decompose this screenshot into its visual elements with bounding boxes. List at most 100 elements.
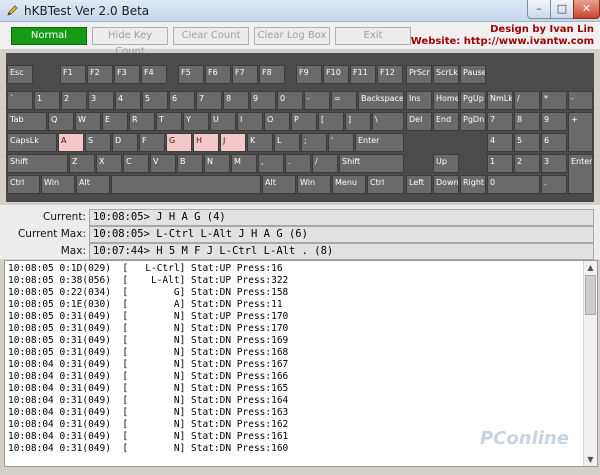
scroll-thumb[interactable] [585,275,596,315]
key-5: 5 [142,91,168,110]
log-scrollbar[interactable]: ▲ ▼ [583,261,597,466]
app-pencil-icon [7,5,18,16]
key-left: Left [406,175,432,194]
key-enter: Enter [355,133,404,152]
key-slash: / [312,154,338,173]
current-label: Current: [43,211,86,223]
key-o: O [264,112,290,131]
key-u: U [210,112,236,131]
key-right: Right [460,175,486,194]
scroll-up-icon[interactable]: ▲ [584,261,597,274]
key-9: 9 [250,91,276,110]
key-plus: + [568,112,593,152]
log-line: 10:08:05 0:38(056) [ L-Alt] Stat:UP Pres… [8,275,289,286]
key-m: M [231,154,257,173]
key-b: B [177,154,203,173]
key-ins-nav: Ins [406,91,432,110]
key-quote: ' [328,133,354,152]
watermark: PConline [480,428,569,449]
key-pause: Pause [460,65,486,84]
log-line: 10:08:04 0:31(049) [ N] Stat:DN Press:16… [8,371,289,382]
key-f5: F5 [178,65,204,84]
key-equals: = [331,91,357,110]
key-down: Down [433,175,459,194]
current-max-value: 10:08:05> L-Ctrl L-Alt J H A G (6) [89,226,594,243]
clear-count-button[interactable]: Clear Count [173,27,249,45]
key-alt: Alt [76,175,110,194]
key-capslk: CapsLk [7,133,57,152]
key-c: C [123,154,149,173]
key-rbracket: ] [345,112,371,131]
key-win-right: Win [297,175,331,194]
key-tab: Tab [7,112,47,131]
credit-author: Design by Ivan Lin [490,24,594,35]
key-0: 0 [277,91,303,110]
key-t: T [156,112,182,131]
key-5-num: 5 [514,133,540,152]
key-pgup: PgUp [460,91,486,110]
key-r: R [129,112,155,131]
close-button[interactable]: ✕ [573,0,600,19]
key-period-num: . [541,175,567,194]
key-2-num: 2 [514,154,540,173]
key-asterisk: * [541,91,567,110]
key-k: K [247,133,273,152]
key-7: 7 [196,91,222,110]
key-i: I [237,112,263,131]
key-home: Home [433,91,459,110]
log-line: 10:08:04 0:31(049) [ N] Stat:DN Press:16… [8,431,289,442]
key-q: Q [48,112,74,131]
key-slash-num: / [514,91,540,110]
log-line: 10:08:05 0:31(049) [ N] Stat:DN Press:16… [8,347,289,358]
key-n: N [204,154,230,173]
keyboard-panel: Esc F1 F2 F3 F4 F5 F6 F7 F8 F9 F10 F11 F12 PrScr ScrLk… [6,53,594,202]
key-g: G [166,133,192,152]
log-line: 10:08:05 0:31(049) [ N] Stat:UP Press:17… [8,311,289,322]
key-scrlk: ScrLk [433,65,459,84]
log-line: 10:08:05 0:31(049) [ N] Stat:DN Press:17… [8,323,289,334]
max-value: 10:07:44> H 5 M F J L-Ctrl L-Alt . (8) [89,243,594,260]
log-line: 10:08:04 0:31(049) [ N] Stat:DN Press:16… [8,419,289,430]
normal-button[interactable]: Normal [11,27,87,45]
minimize-button[interactable]: – [527,0,551,19]
log-line: 10:08:05 0:22(034) [ G] Stat:DN Press:15… [8,287,289,298]
maximize-button[interactable]: □ [550,0,574,19]
key-ctrl-right: Ctrl [367,175,404,194]
key-lbracket: [ [318,112,344,131]
status-bar [0,467,600,475]
key-win: Win [41,175,75,194]
exit-button[interactable]: Exit [335,27,411,45]
key-enter-num: Enter [568,154,593,194]
key-6-num: 6 [541,133,567,152]
current-value: 10:08:05> J H A G (4) [89,209,594,226]
key-l: L [274,133,300,152]
credit-website: Website: http://www.ivantw.com [410,36,594,47]
hide-key-count-button[interactable]: Hide Key Count [92,27,168,57]
key-x: X [96,154,122,173]
key-f2: F2 [87,65,113,84]
key-backslash: \ [372,112,404,131]
key-minus: - [304,91,330,110]
scroll-down-icon[interactable]: ▼ [584,453,597,466]
window-title: hKBTest Ver 2.0 Beta [24,4,150,18]
log-line: 10:08:05 0:1D(029) [ L-Ctrl] Stat:UP Pre… [8,263,283,274]
key-period: . [285,154,311,173]
key-0-num: 0 [487,175,540,194]
key-f6: F6 [205,65,231,84]
key-y: Y [183,112,209,131]
log-line: 10:08:04 0:31(049) [ N] Stat:DN Press:16… [8,407,289,418]
key-f11: F11 [350,65,376,84]
log-line: 10:08:04 0:31(049) [ N] Stat:DN Press:16… [8,395,289,406]
title-bar: hKBTest Ver 2.0 Beta – □ ✕ [0,0,600,22]
log-line: 10:08:05 0:31(049) [ N] Stat:DN Press:16… [8,335,289,346]
key-1-num: 1 [487,154,513,173]
key-2: 2 [61,91,87,110]
clear-log-box-button[interactable]: Clear Log Box [254,27,330,45]
key-w: W [75,112,101,131]
max-row: Max: 10:07:44> H 5 M F J L-Ctrl L-Alt . … [0,243,600,260]
key-s: S [85,133,111,152]
log-line: 10:08:05 0:1E(030) [ A] Stat:DN Press:11 [8,299,283,310]
key-3: 3 [88,91,114,110]
key-6: 6 [169,91,195,110]
key-4: 4 [115,91,141,110]
